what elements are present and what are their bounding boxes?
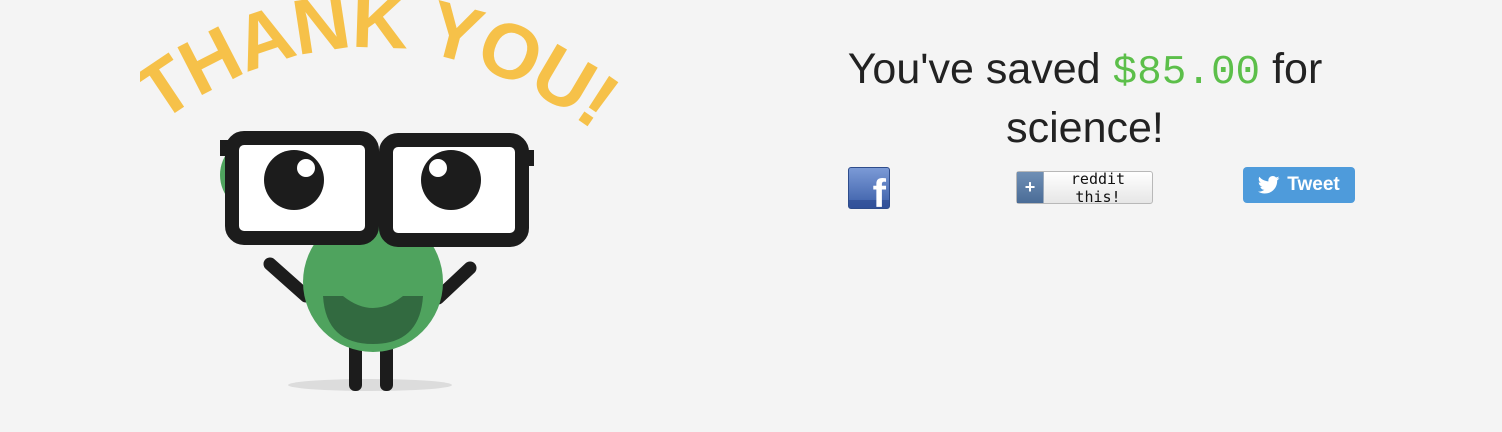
savings-headline: You've saved $85.00 for science!	[760, 42, 1410, 156]
reddit-share-button[interactable]: + reddit this!	[1016, 169, 1153, 206]
headline-suffix-line2: science!	[1006, 104, 1164, 152]
facebook-share-button[interactable]: f	[848, 167, 890, 209]
thank-you-banner-text: THANK YOU!	[140, 0, 620, 143]
twitter-bird-icon	[1258, 176, 1280, 194]
thank-you-mascot-illustration: THANK YOU!	[140, 0, 620, 432]
facebook-icon: f	[872, 172, 886, 209]
tweet-button[interactable]: Tweet	[1243, 167, 1355, 203]
saved-amount: $85.00	[1112, 50, 1261, 96]
headline-prefix: You've saved	[847, 45, 1101, 93]
tweet-label: Tweet	[1287, 174, 1340, 195]
plus-icon: +	[1017, 172, 1044, 203]
headline-suffix-line1: for	[1272, 45, 1323, 93]
thank-you-page: THANK YOU!	[0, 0, 1502, 432]
reddit-label: reddit this!	[1070, 169, 1126, 206]
